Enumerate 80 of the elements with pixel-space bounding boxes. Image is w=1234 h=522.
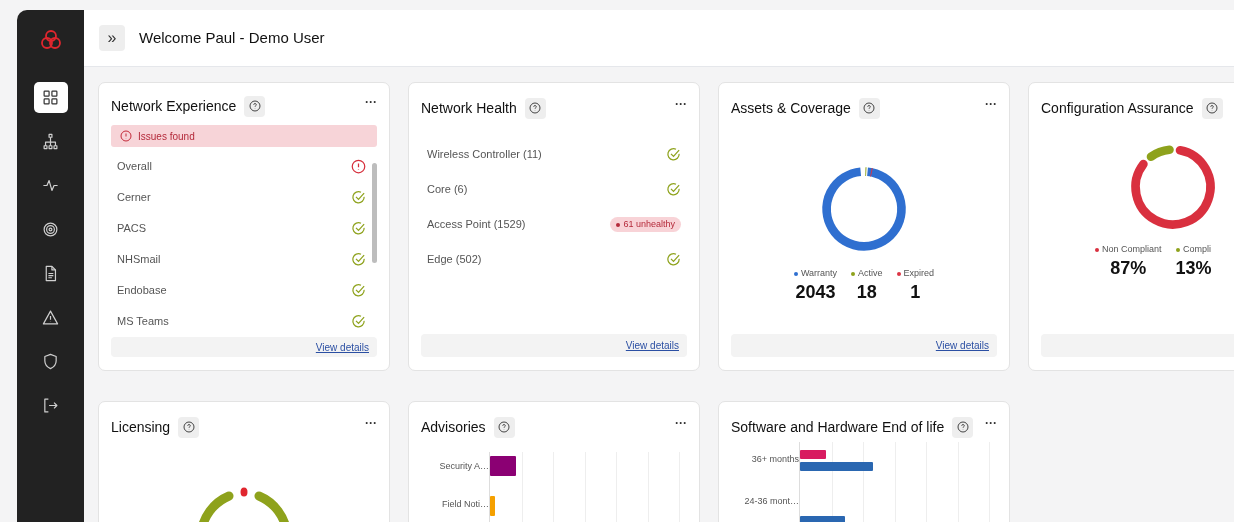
legend-label: Warranty bbox=[800, 267, 838, 280]
logout-icon bbox=[42, 397, 59, 414]
card-title: Assets & Coverage bbox=[731, 98, 851, 118]
help-icon bbox=[498, 421, 511, 433]
card-title: Network Experience bbox=[111, 96, 237, 116]
service-label: MS Teams bbox=[117, 314, 169, 330]
view-details-link[interactable]: View details bbox=[315, 339, 369, 355]
axis-label: Security A… bbox=[438, 460, 489, 473]
legend-label: Compli bbox=[1183, 243, 1212, 256]
more-menu-button[interactable]: ··· bbox=[675, 417, 687, 429]
help-icon bbox=[182, 421, 195, 433]
service-label: NHSmail bbox=[117, 252, 161, 268]
axis-label: 36+ months bbox=[750, 453, 799, 466]
help-button[interactable] bbox=[493, 416, 515, 438]
help-icon bbox=[248, 100, 261, 113]
help-icon bbox=[956, 421, 969, 433]
bar bbox=[490, 496, 495, 516]
more-menu-button[interactable]: ··· bbox=[365, 417, 377, 429]
bar bbox=[800, 450, 826, 459]
axis-label: Field Noti… bbox=[441, 498, 489, 511]
device-label: Access Point (1529) bbox=[427, 217, 526, 233]
more-menu-button[interactable]: ··· bbox=[985, 98, 997, 110]
check-circle-icon bbox=[666, 147, 681, 162]
grid-icon bbox=[42, 89, 59, 106]
legend-label: Non Compliant bbox=[1102, 243, 1162, 256]
check-circle-icon bbox=[351, 190, 366, 206]
help-icon bbox=[529, 102, 542, 114]
check-circle-icon bbox=[351, 314, 366, 330]
view-details-link[interactable]: View details bbox=[935, 338, 989, 353]
help-button[interactable] bbox=[952, 416, 974, 438]
legend-value: 18 bbox=[856, 280, 877, 303]
help-button[interactable] bbox=[858, 97, 880, 119]
legend-value: 2043 bbox=[795, 280, 836, 303]
check-circle-icon bbox=[351, 221, 366, 237]
unhealthy-badge: 61 unhealthy bbox=[610, 217, 681, 232]
help-icon bbox=[1206, 102, 1219, 114]
alert-circle-icon bbox=[120, 130, 132, 143]
card-title: Advisories bbox=[421, 417, 486, 437]
help-button[interactable] bbox=[178, 416, 200, 438]
view-details-link[interactable]: View details bbox=[625, 338, 679, 353]
device-label: Core (6) bbox=[427, 182, 468, 198]
legend-label: Expired bbox=[903, 267, 935, 280]
help-button[interactable] bbox=[524, 97, 546, 119]
help-button[interactable] bbox=[244, 95, 266, 117]
legend-value: 1 bbox=[910, 280, 921, 303]
check-circle-icon bbox=[666, 182, 681, 197]
help-button[interactable] bbox=[1201, 97, 1223, 119]
check-circle-icon bbox=[351, 283, 366, 299]
warning-icon bbox=[42, 309, 59, 326]
hierarchy-icon bbox=[42, 133, 59, 150]
service-label: Overall bbox=[117, 159, 152, 175]
target-icon bbox=[42, 221, 59, 238]
service-label: Endobase bbox=[117, 283, 167, 299]
logo-icon bbox=[38, 28, 63, 52]
shield-icon bbox=[42, 353, 59, 370]
expand-button[interactable]: » bbox=[99, 25, 125, 51]
service-label: PACS bbox=[117, 221, 147, 237]
legend-label: Active bbox=[858, 267, 883, 280]
card-title: Licensing bbox=[111, 417, 171, 437]
help-icon bbox=[863, 102, 876, 114]
service-label: Cerner bbox=[117, 190, 151, 206]
axis-label: 24-36 mont… bbox=[743, 495, 799, 508]
card-title: Configuration Assurance bbox=[1041, 98, 1194, 118]
bar bbox=[490, 456, 516, 476]
device-label: Wireless Controller (11) bbox=[427, 147, 542, 163]
page-title: Welcome Paul - Demo User bbox=[139, 27, 325, 48]
legend-value: 87% bbox=[1110, 256, 1147, 279]
device-label: Edge (502) bbox=[427, 252, 482, 268]
issues-banner: Issues found bbox=[111, 125, 377, 148]
legend-value: 13% bbox=[1175, 256, 1212, 279]
more-menu-button[interactable]: ··· bbox=[675, 98, 687, 110]
more-menu-button[interactable]: ··· bbox=[365, 96, 377, 109]
more-menu-button[interactable]: ··· bbox=[985, 417, 997, 429]
card-title: Network Health bbox=[421, 98, 517, 118]
alert-circle-icon bbox=[351, 159, 366, 175]
check-circle-icon bbox=[351, 252, 366, 268]
check-circle-icon bbox=[666, 252, 681, 267]
card-title: Software and Hardware End of life bbox=[731, 417, 945, 437]
pulse-icon bbox=[42, 177, 59, 194]
nav-item[interactable] bbox=[33, 82, 68, 113]
